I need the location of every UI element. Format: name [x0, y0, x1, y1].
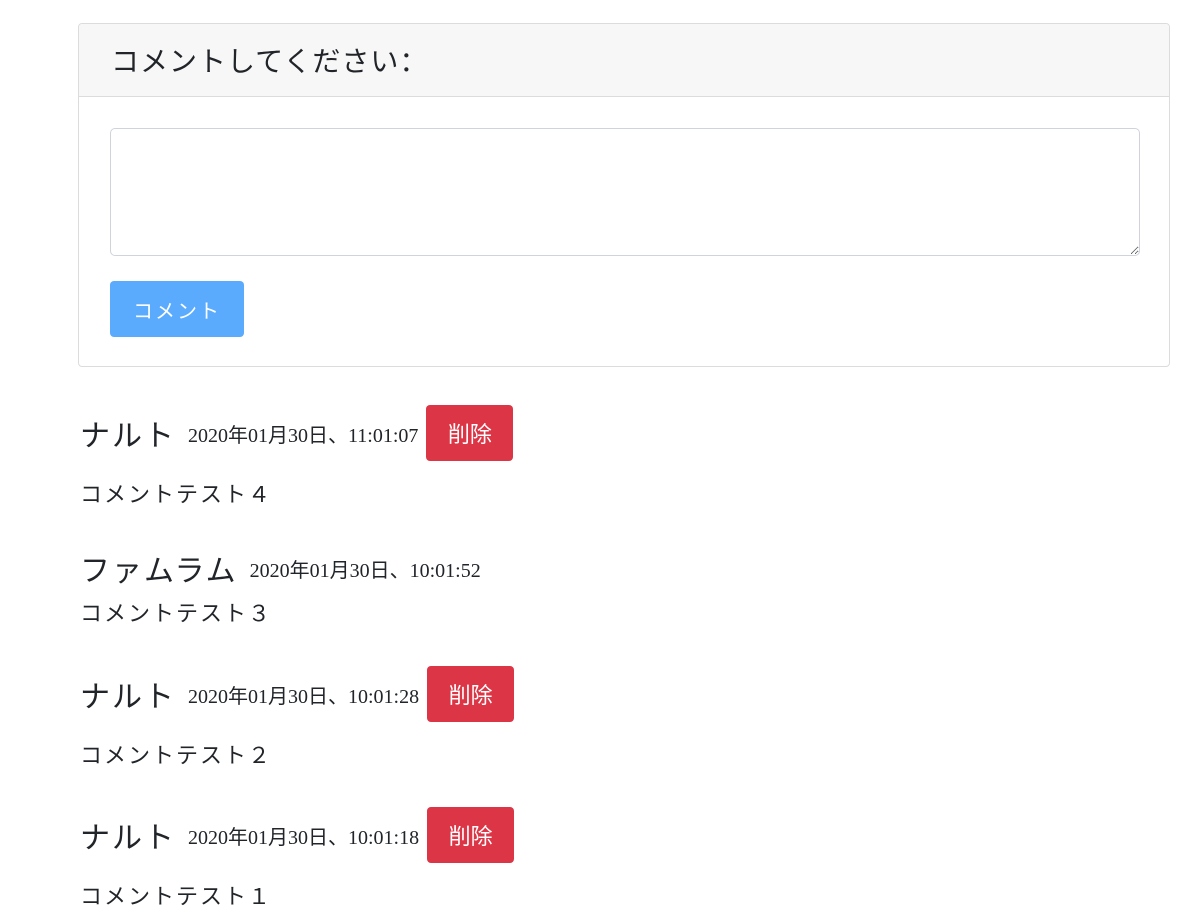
- comment-timestamp: 2020年01月30日、10:01:52: [249, 559, 481, 582]
- delete-comment-button[interactable]: 削除: [427, 807, 515, 863]
- comment-item: ファムラム 2020年01月30日、10:01:52 コメントテスト３: [80, 540, 489, 627]
- comment-form-header: コメントしてください：: [79, 24, 1169, 97]
- comment-header: ナルト 2020年01月30日、10:01:18 削除: [80, 807, 515, 863]
- comment-body: コメントテスト３: [80, 602, 273, 627]
- delete-comment-button[interactable]: 削除: [426, 405, 514, 461]
- comment-item: ナルト 2020年01月30日、10:01:28 削除 コメントテスト２: [80, 666, 515, 769]
- delete-comment-button[interactable]: 削除: [427, 666, 515, 722]
- comment-timestamp: 2020年01月30日、11:01:07: [188, 424, 419, 447]
- comment-item: ナルト 2020年01月30日、11:01:07 削除 コメントテスト４: [80, 405, 514, 508]
- comment-timestamp: 2020年01月30日、10:01:18: [188, 826, 420, 849]
- comment-body: コメントテスト２: [80, 744, 273, 769]
- comment-author: ファムラム: [80, 554, 238, 589]
- comment-header: ナルト 2020年01月30日、10:01:28 削除: [80, 666, 515, 722]
- comment-header: ファムラム 2020年01月30日、10:01:52: [80, 540, 489, 596]
- submit-comment-button[interactable]: コメント: [110, 281, 244, 337]
- comment-author: ナルト: [80, 821, 176, 856]
- comment-header: ナルト 2020年01月30日、11:01:07 削除: [80, 405, 514, 461]
- comment-author: ナルト: [80, 419, 176, 454]
- comment-body: コメントテスト４: [80, 483, 273, 508]
- comment-item: ナルト 2020年01月30日、10:01:18 削除 コメントテスト１: [80, 807, 515, 910]
- comment-author: ナルト: [80, 680, 176, 715]
- comment-body: コメントテスト１: [80, 885, 273, 910]
- comment-textarea[interactable]: [110, 128, 1140, 256]
- comment-timestamp: 2020年01月30日、10:01:28: [188, 685, 420, 708]
- comment-form-card: コメントしてください： コメント: [78, 23, 1170, 367]
